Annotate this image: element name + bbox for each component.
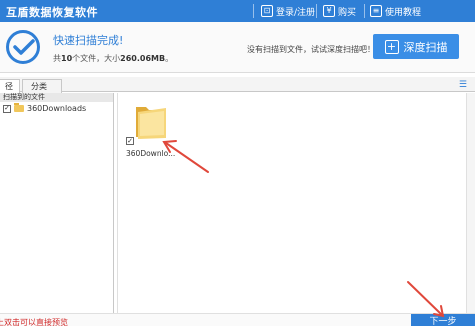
total-size: 260.06MB — [120, 54, 166, 63]
tree-node-checkbox[interactable]: ✓ — [3, 104, 11, 113]
app-title: 互盾数据恢复软件 — [6, 6, 98, 19]
tutorial-button[interactable]: ≡ 使用教程 — [370, 3, 421, 19]
cart-icon: ¥ — [323, 5, 335, 17]
file-list-area: ✓ 360Downlo... — [117, 93, 471, 313]
buy-label: 购买 — [338, 7, 357, 18]
deep-scan-button[interactable]: + 深度扫描 — [373, 34, 459, 59]
tab-path[interactable]: 径 — [0, 79, 20, 93]
tutorial-label: 使用教程 — [385, 7, 422, 18]
tree-node-label: 360Downloads — [27, 104, 87, 113]
folder-icon — [136, 107, 166, 139]
checkmark-icon — [6, 30, 40, 64]
preview-tip: 上双击可以直接预览 — [0, 318, 68, 326]
tree-node-360downloads[interactable]: ✓ 360Downloads — [3, 103, 87, 113]
scan-complete-heading: 快速扫描完成! — [53, 34, 124, 47]
titlebar-separator — [316, 4, 317, 18]
scan-summary: 共10个文件，大小260.06MB。 — [53, 54, 174, 63]
scrollbar[interactable] — [466, 93, 475, 313]
scan-status-panel: 快速扫描完成! 共10个文件，大小260.06MB。 没有扫描到文件，试试深度扫… — [0, 22, 475, 73]
file-name: 360Downlo... — [126, 149, 176, 158]
list-view-icon[interactable]: ☰ — [459, 80, 467, 90]
titlebar-separator — [253, 4, 254, 18]
plus-icon: + — [384, 39, 399, 54]
deep-scan-label: 深度扫描 — [403, 40, 448, 54]
title-bar: 互盾数据恢复软件 ⊡ 登录/注册 ¥ 购买 ≡ 使用教程 — [0, 0, 475, 22]
buy-button[interactable]: ¥ 购买 — [323, 3, 356, 19]
file-count: 10 — [61, 54, 73, 63]
login-label: 登录/注册 — [276, 7, 316, 18]
user-icon: ⊡ — [261, 5, 273, 17]
folder-tree: 扫描到的文件 ✓ 360Downloads — [0, 93, 114, 313]
file-item[interactable]: ✓ 360Downlo... — [126, 99, 178, 158]
file-checkbox[interactable]: ✓ — [126, 137, 134, 145]
bottom-bar: 上双击可以直接预览 下一步 — [0, 313, 475, 326]
view-tabs: 径 分类 ☰ — [0, 77, 475, 93]
folder-icon — [14, 103, 24, 112]
book-icon: ≡ — [370, 5, 382, 17]
tree-root-label: 扫描到的文件 — [0, 93, 113, 102]
login-button[interactable]: ⊡ 登录/注册 — [261, 3, 315, 19]
tab-category[interactable]: 分类 — [22, 79, 62, 93]
titlebar-separator — [364, 4, 365, 18]
deep-scan-hint: 没有扫描到文件，试试深度扫描吧！ — [247, 45, 375, 54]
next-step-button[interactable]: 下一步 — [411, 314, 475, 326]
